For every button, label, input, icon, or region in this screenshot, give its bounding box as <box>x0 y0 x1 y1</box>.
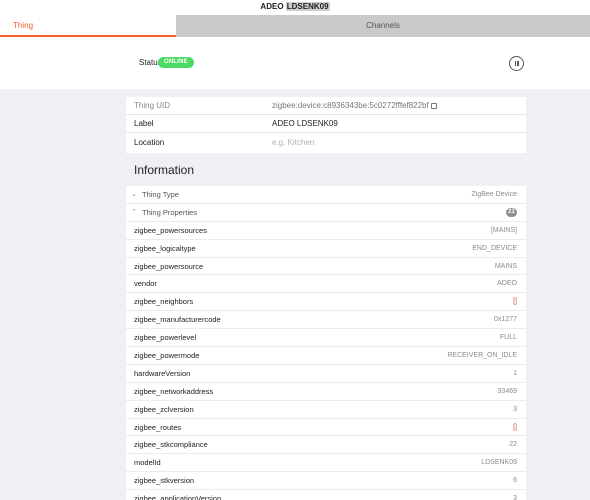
location-label: Location <box>134 137 165 147</box>
property-key: zigbee_powersource <box>134 261 204 271</box>
property-value: 3 <box>513 405 517 413</box>
thing-type-value: ZigBee Device <box>471 190 517 198</box>
property-value: FULL <box>499 334 517 342</box>
property-row: zigbee_networkaddress 33469 <box>126 383 526 401</box>
label-row[interactable]: Label ADEO LDSENK09 <box>126 115 526 133</box>
tab-bar: Thing Channels <box>0 15 590 37</box>
property-row: zigbee_zclversion 3 <box>126 401 526 419</box>
information-heading: Information <box>134 163 195 177</box>
property-row: zigbee_powersources [MAINS] <box>126 222 526 240</box>
property-row: zigbee_stkversion 6 <box>126 472 526 491</box>
property-row: zigbee_routes [] <box>126 419 526 437</box>
property-key: zigbee_networkaddress <box>134 386 214 396</box>
property-row: zigbee_manufacturercode 0x1277 <box>126 311 526 330</box>
property-row: zigbee_powerlevel FULL <box>126 329 526 348</box>
property-value: [] <box>513 423 517 431</box>
property-key: zigbee_stkcompliance <box>134 440 208 450</box>
property-key: zigbee_powerlevel <box>134 333 197 343</box>
thing-properties-label: Thing Properties <box>142 207 198 217</box>
thing-summary-card: Thing UID zigbee:device:c8936343be:5c027… <box>126 97 526 153</box>
window-title: ADEO LDSENK09 <box>0 0 590 15</box>
property-value: 3 <box>513 495 517 500</box>
tab-thing[interactable]: Thing <box>0 15 176 37</box>
property-key: zigbee_neighbors <box>134 297 194 307</box>
property-key: zigbee_stkversion <box>134 476 195 486</box>
property-row: zigbee_logicaltype END_DEVICE <box>126 240 526 258</box>
property-value: 33469 <box>497 387 517 395</box>
property-row: zigbee_neighbors [] <box>126 293 526 312</box>
property-row: modelId LDSENK09 <box>126 454 526 473</box>
property-row: vendor ADEO <box>126 275 526 294</box>
property-row: zigbee_applicationVersion 3 <box>126 490 526 500</box>
label-label: Label <box>134 119 154 128</box>
properties-count-badge: 21 <box>506 207 517 217</box>
properties-list: zigbee_powersources [MAINS] zigbee_logica… <box>126 222 526 500</box>
copy-icon[interactable] <box>430 103 437 109</box>
tab-channels[interactable]: Channels <box>176 15 590 37</box>
property-value: 6 <box>513 477 517 485</box>
property-value: 22 <box>509 441 517 449</box>
thing-type-accordion[interactable]: ⌄ Thing Type ZigBee Device <box>126 186 526 204</box>
status-panel: Status: ONLINE <box>0 37 590 89</box>
chevron-up-icon: ⌃ <box>131 209 137 217</box>
property-value: [MAINS] <box>490 226 517 234</box>
thing-uid-text: zigbee:device:c8936343be:5c0272fffef822b… <box>272 101 429 110</box>
chevron-down-icon: ⌄ <box>131 191 137 199</box>
property-key: zigbee_powermode <box>134 350 200 360</box>
information-card: ⌄ Thing Type ZigBee Device ⌃ Thing Prope… <box>126 186 526 500</box>
location-row[interactable]: Location e.g. Kitchen <box>126 133 526 151</box>
thing-uid-row: Thing UID zigbee:device:c8936343be:5c027… <box>126 97 526 115</box>
thing-properties-accordion[interactable]: ⌃ Thing Properties 21 <box>126 204 526 222</box>
property-value: RECEIVER_ON_IDLE <box>447 351 517 359</box>
thing-uid-value: zigbee:device:c8936343be:5c0272fffef822b… <box>272 101 437 110</box>
location-input[interactable]: e.g. Kitchen <box>272 138 314 147</box>
property-key: zigbee_applicationVersion <box>134 494 222 500</box>
thing-type-label: Thing Type <box>142 189 179 199</box>
property-row: zigbee_powersource MAINS <box>126 258 526 276</box>
property-value: MAINS <box>494 262 517 270</box>
property-value: ADEO <box>497 280 517 288</box>
property-key: zigbee_routes <box>134 422 182 432</box>
thing-uid-label: Thing UID <box>134 101 171 110</box>
property-value: END_DEVICE <box>472 244 517 252</box>
label-value[interactable]: ADEO LDSENK09 <box>272 119 338 128</box>
property-value: 0x1277 <box>494 316 517 324</box>
window-title-prefix: ADEO <box>260 2 286 11</box>
property-row: zigbee_powermode RECEIVER_ON_IDLE <box>126 347 526 365</box>
pause-button[interactable] <box>509 56 524 71</box>
window-title-highlight: LDSENK09 <box>285 2 330 11</box>
property-row: zigbee_stkcompliance 22 <box>126 436 526 455</box>
property-value: LDSENK09 <box>481 459 517 467</box>
property-key: vendor <box>134 279 157 289</box>
property-key: hardwareVersion <box>134 368 191 378</box>
property-key: zigbee_manufacturercode <box>134 315 221 325</box>
property-key: zigbee_powersources <box>134 225 207 235</box>
property-value: 1 <box>513 369 517 377</box>
property-key: zigbee_logicaltype <box>134 243 196 253</box>
property-value: [] <box>513 298 517 306</box>
property-key: modelId <box>134 458 161 468</box>
property-row: hardwareVersion 1 <box>126 365 526 383</box>
status-badge: ONLINE <box>158 57 194 68</box>
property-key: zigbee_zclversion <box>134 404 194 414</box>
